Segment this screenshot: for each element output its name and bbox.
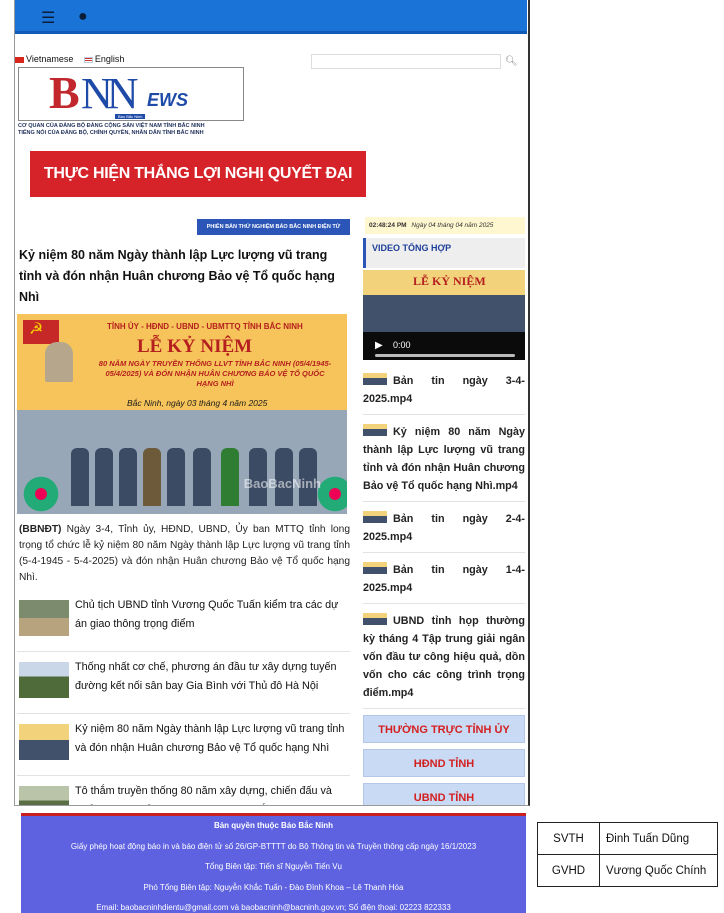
news-title[interactable]: Tô thắm truyền thống 80 năm xây dựng, ch… xyxy=(75,782,350,805)
language-switcher: Vietnamese English xyxy=(15,54,132,64)
hero-caption-title: LỄ KỶ NIỆM xyxy=(137,336,253,357)
news-title[interactable]: Kỷ niệm 80 năm Ngày thành lập Lực lượng … xyxy=(75,720,350,758)
video-seek-bar[interactable] xyxy=(375,354,515,357)
site-footer: Bản quyền thuộc Báo Bắc Ninh Giấy phép h… xyxy=(21,813,526,913)
news-thumbnail[interactable] xyxy=(19,600,69,636)
soldier-figure xyxy=(143,448,161,506)
footer-copyright: Bản quyền thuộc Báo Bắc Ninh xyxy=(213,821,334,830)
video-thumbnail[interactable] xyxy=(363,373,387,385)
video-thumbnail[interactable] xyxy=(363,511,387,523)
credit-row: GVHD Vương Quốc Chính xyxy=(537,854,718,887)
list-item[interactable]: Chủ tịch UBND tỉnh Vương Quốc Tuấn kiểm … xyxy=(17,590,350,652)
flower-decoration xyxy=(21,474,61,514)
news-thumbnail[interactable] xyxy=(19,786,69,805)
hero-caption-subtitle: 80 NĂM NGÀY TRUYỀN THỐNG LLVT TỈNH BẮC N… xyxy=(98,359,332,388)
main-column: Kỷ niệm 80 năm Ngày thành lập Lực lượng … xyxy=(17,245,350,805)
news-thumbnail[interactable] xyxy=(19,662,69,698)
soldier-figure xyxy=(193,448,211,506)
clock-time: 02:48:24 PM xyxy=(369,222,407,229)
current-date: Ngày 04 tháng 04 năm 2025 xyxy=(411,222,494,229)
date-time-bar: 02:48:24 PM Ngày 04 tháng 04 năm 2025 xyxy=(365,217,525,234)
video-list-item[interactable]: Bản tin ngày 2-4-2025.mp4 xyxy=(363,502,525,553)
video-list-item[interactable]: Kỷ niệm 80 năm Ngày thành lập Lực lượng … xyxy=(363,415,525,502)
footer-contact: Email: baobacninhdientu@gmail.com và bao… xyxy=(96,903,451,912)
news-list: Chủ tịch UBND tỉnh Vương Quốc Tuấn kiểm … xyxy=(17,590,350,805)
footer-editor-in-chief: Tổng Biên tập: Tiến sĩ Nguyễn Tiến Vụ xyxy=(205,862,342,871)
video-section-heading: VIDEO TỔNG HỢP xyxy=(363,238,525,268)
credit-row: SVTH Đinh Tuấn Dũng xyxy=(537,822,718,855)
video-list-item[interactable]: Bản tin ngày 1-4-2025.mp4 xyxy=(363,553,525,604)
user-icon[interactable]: ● xyxy=(78,8,88,26)
credit-label: GVHD xyxy=(537,854,600,887)
menu-icon[interactable]: ☰ xyxy=(41,8,55,28)
lead-paragraph: (BBNĐT) Ngày 3-4, Tỉnh ủy, HĐND, UBND, Ủ… xyxy=(19,524,350,583)
logo-letter-b: B xyxy=(49,67,80,118)
slogan-banner[interactable]: THỰC HIỆN THẮNG LỢI NGHỊ QUYẾT ĐẠI HỘI Đ… xyxy=(30,151,366,228)
logo-tagline: CƠ QUAN CỦA ĐẢNG BỘ ĐẢNG CỘNG SẢN VIỆT N… xyxy=(18,123,205,136)
video-list: Bản tin ngày 3-4-2025.mp4 Kỷ niệm 80 năm… xyxy=(363,364,525,709)
vietnam-flag-icon xyxy=(15,56,24,63)
video-time: 0:00 xyxy=(393,340,411,350)
video-thumbnail[interactable] xyxy=(363,424,387,436)
news-thumbnail[interactable] xyxy=(19,724,69,760)
uk-flag-icon xyxy=(83,56,93,63)
search-input[interactable] xyxy=(311,54,501,69)
hero-image[interactable]: ☭ TỈNH ỦY - HĐND - UBND - UBMTTQ TỈNH BẮ… xyxy=(17,314,347,514)
news-title[interactable]: Chủ tịch UBND tỉnh Vương Quốc Tuấn kiểm … xyxy=(75,596,350,634)
credit-table: SVTH Đinh Tuấn Dũng GVHD Vương Quốc Chín… xyxy=(537,822,718,887)
video-frame-caption: LỄ KỶ NIỆM xyxy=(413,274,486,288)
standing-committee-button[interactable]: THƯỜNG TRỰC TỈNH ỦY xyxy=(363,715,525,743)
logo-subtitle: Báo Bắc Ninh xyxy=(115,114,146,119)
flag-bearer-figure xyxy=(221,448,239,506)
hammer-sickle-icon: ☭ xyxy=(29,321,44,338)
portrait-image xyxy=(45,342,73,382)
video-list-item[interactable]: UBND tỉnh họp thường kỳ tháng 4 Tập trun… xyxy=(363,604,525,709)
logo-letters-nn: NN xyxy=(81,69,139,118)
image-watermark: BaoBacNinh xyxy=(243,476,321,491)
lang-english[interactable]: English xyxy=(83,54,129,64)
video-player[interactable]: LỄ KỶ NIỆM ▶ 0:00 xyxy=(363,270,525,360)
people-committee-button[interactable]: UBND TỈNH xyxy=(363,783,525,805)
people-council-button[interactable]: HĐND TỈNH xyxy=(363,749,525,777)
headline-link[interactable]: Kỷ niệm 80 năm Ngày thành lập Lực lượng … xyxy=(17,245,350,308)
video-thumbnail[interactable] xyxy=(363,613,387,625)
credit-value: Đinh Tuấn Dũng xyxy=(599,822,718,855)
page: ☰ ● Vietnamese English 🔍︎ B NN EWS Báo B… xyxy=(0,0,724,913)
footer-deputy-editors: Phó Tổng Biên tập: Nguyễn Khắc Tuấn - Đà… xyxy=(143,882,404,892)
soldier-figure xyxy=(95,448,113,506)
credit-value: Vương Quốc Chính xyxy=(599,854,718,887)
credit-label: SVTH xyxy=(537,822,600,855)
video-thumbnail[interactable] xyxy=(363,562,387,574)
list-item[interactable]: Kỷ niệm 80 năm Ngày thành lập Lực lượng … xyxy=(17,714,350,776)
video-controls: ▶ 0:00 xyxy=(363,332,525,360)
list-item[interactable]: Tô thắm truyền thống 80 năm xây dựng, ch… xyxy=(17,776,350,805)
soldier-figure xyxy=(167,448,185,506)
trial-version-badge: PHIÊN BẢN THỬ NGHIỆM BÁO BẮC NINH ĐIỆN T… xyxy=(197,219,350,235)
top-navbar: ☰ ● xyxy=(15,0,527,34)
news-title[interactable]: Thống nhất cơ chế, phương án đầu tư xây … xyxy=(75,658,350,696)
search-icon[interactable]: 🔍︎ xyxy=(505,56,518,67)
hero-caption-organizers: TỈNH ỦY - HĐND - UBND - UBMTTQ TỈNH BẮC … xyxy=(107,322,303,331)
logo-ews: EWS xyxy=(147,90,189,110)
soldier-figure xyxy=(71,448,89,506)
footer-license: Giấy phép hoạt động báo in và báo điện t… xyxy=(70,841,477,851)
soldier-figure xyxy=(119,448,137,506)
list-item[interactable]: Thống nhất cơ chế, phương án đầu tư xây … xyxy=(17,652,350,714)
video-frame: LỄ KỶ NIỆM xyxy=(363,270,525,332)
site-logo[interactable]: B NN EWS Báo Bắc Ninh xyxy=(18,67,244,121)
hero-caption-date: Bắc Ninh, ngày 03 tháng 4 năm 2025 xyxy=(127,398,268,408)
play-icon[interactable]: ▶ xyxy=(375,340,383,351)
video-list-item[interactable]: Bản tin ngày 3-4-2025.mp4 xyxy=(363,364,525,415)
browser-viewport: ☰ ● Vietnamese English 🔍︎ B NN EWS Báo B… xyxy=(14,0,530,806)
right-sidebar: VIDEO TỔNG HỢP LỄ KỶ NIỆM ▶ 0:00 Bản tin… xyxy=(363,238,525,805)
lang-vietnamese[interactable]: Vietnamese xyxy=(15,54,77,64)
